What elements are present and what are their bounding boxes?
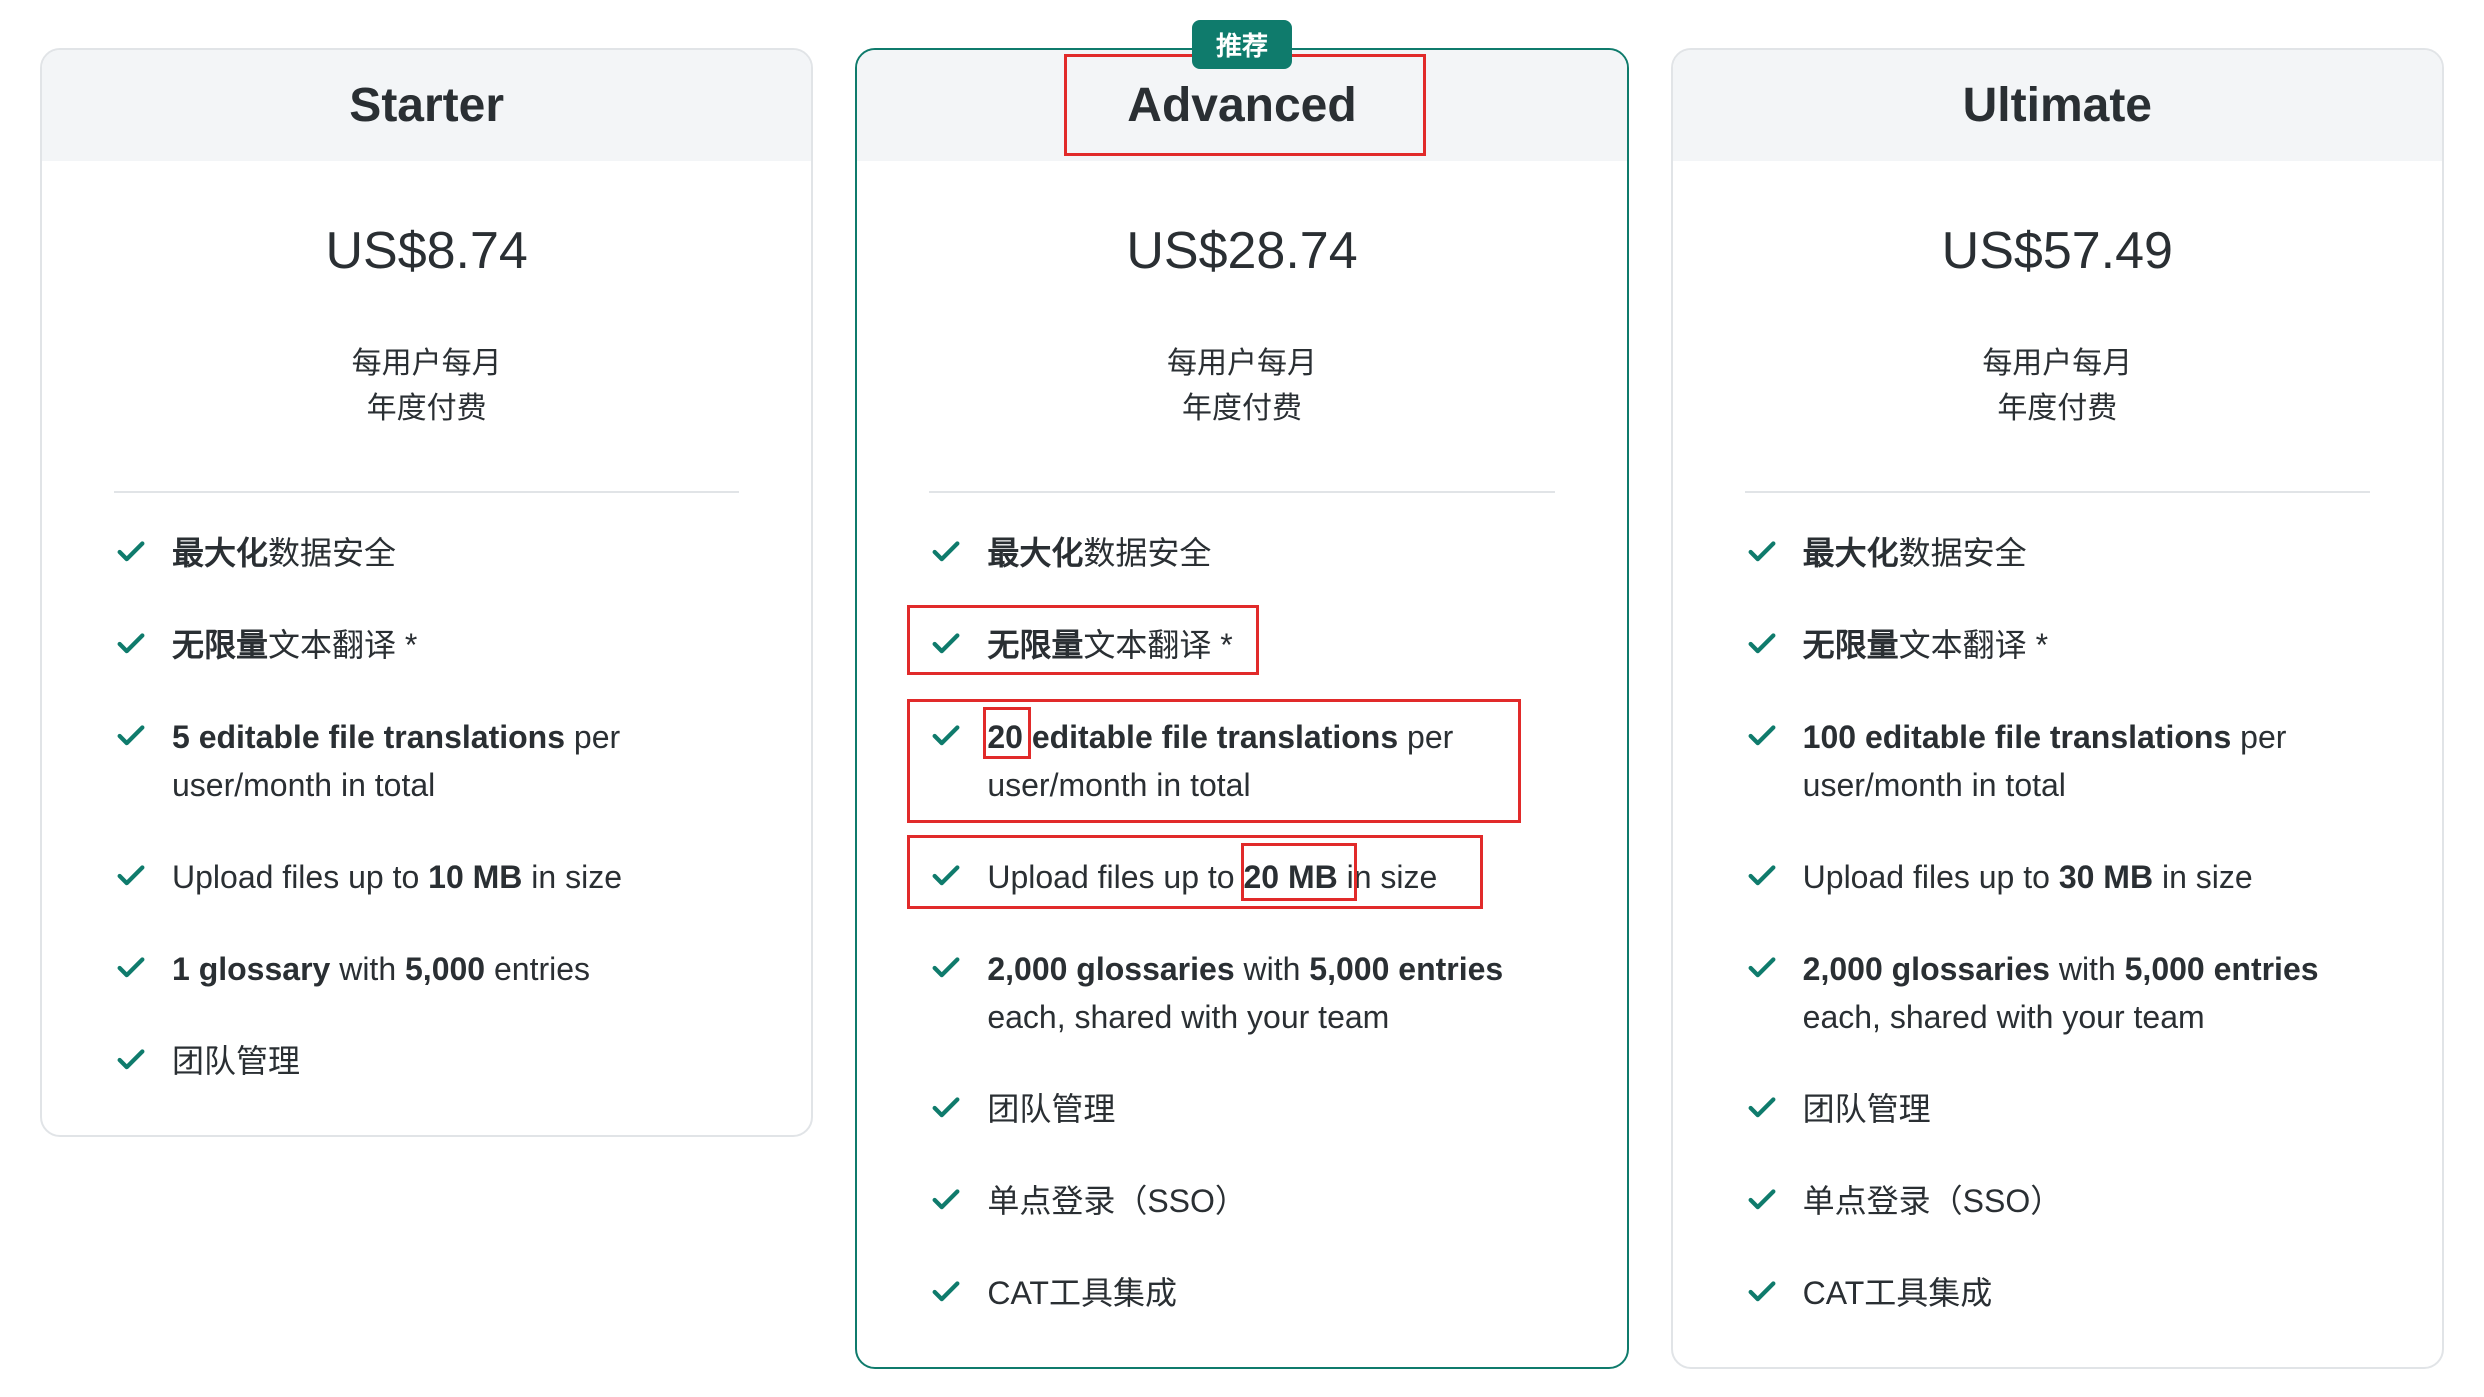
- plan-starter: Starter US$8.74 每用户每月 年度付费 最大化数据安全 无限量文本…: [40, 48, 813, 1137]
- feature-item: 团队管理: [929, 1085, 1554, 1133]
- recommended-badge: 推荐: [1192, 20, 1292, 69]
- feature-text: 最大化数据安全: [987, 529, 1211, 577]
- check-icon: [1745, 859, 1779, 893]
- feature-item: 最大化数据安全: [929, 529, 1554, 577]
- feature-list: 最大化数据安全 无限量文本翻译 * 5 editable file transl…: [42, 529, 811, 1135]
- feature-item: Upload files up to 20 MB in size: [929, 853, 1554, 901]
- check-icon: [929, 535, 963, 569]
- billing-per-user: 每用户每月: [62, 341, 791, 386]
- feature-text: 无限量文本翻译 *: [987, 621, 1232, 669]
- check-icon: [929, 627, 963, 661]
- feature-item: 2,000 glossaries with 5,000 entries each…: [929, 945, 1554, 1041]
- feature-item: 1 glossary with 5,000 entries: [114, 945, 739, 993]
- check-icon: [929, 1275, 963, 1309]
- feature-text: Upload files up to 20 MB in size: [987, 853, 1437, 901]
- check-icon: [114, 719, 148, 753]
- plan-header: Ultimate: [1673, 50, 2442, 161]
- plan-advanced: 推荐 Advanced US$28.74 每用户每月 年度付费 最大化数据安全 …: [855, 48, 1628, 1369]
- check-icon: [1745, 951, 1779, 985]
- check-icon: [114, 627, 148, 661]
- feature-item: CAT工具集成: [929, 1269, 1554, 1317]
- check-icon: [114, 1043, 148, 1077]
- billing-info: 每用户每月 年度付费: [877, 341, 1606, 431]
- check-icon: [929, 1091, 963, 1125]
- check-icon: [114, 535, 148, 569]
- feature-item: 团队管理: [114, 1037, 739, 1085]
- plan-title: Advanced: [1127, 78, 1356, 133]
- check-icon: [929, 719, 963, 753]
- divider: [1745, 491, 2370, 493]
- billing-info: 每用户每月 年度付费: [62, 341, 791, 431]
- check-icon: [929, 1183, 963, 1217]
- billing-per-user: 每用户每月: [1693, 341, 2422, 386]
- feature-item: 单点登录（SSO）: [1745, 1177, 2370, 1225]
- feature-text: CAT工具集成: [1803, 1269, 1993, 1317]
- feature-item: 20 editable file translations per user/m…: [929, 713, 1554, 809]
- feature-text: 单点登录（SSO）: [1803, 1177, 2063, 1225]
- feature-text: 2,000 glossaries with 5,000 entries each…: [987, 945, 1554, 1041]
- check-icon: [1745, 1183, 1779, 1217]
- check-icon: [929, 859, 963, 893]
- plan-ultimate: Ultimate US$57.49 每用户每月 年度付费 最大化数据安全 无限量…: [1671, 48, 2444, 1369]
- check-icon: [114, 859, 148, 893]
- feature-text: 20 editable file translations per user/m…: [987, 713, 1554, 809]
- feature-text: 最大化数据安全: [172, 529, 396, 577]
- billing-term: 年度付费: [877, 386, 1606, 431]
- feature-item: 最大化数据安全: [114, 529, 739, 577]
- feature-text: 100 editable file translations per user/…: [1803, 713, 2370, 809]
- feature-text: 2,000 glossaries with 5,000 entries each…: [1803, 945, 2370, 1041]
- feature-item: 单点登录（SSO）: [929, 1177, 1554, 1225]
- plan-title: Ultimate: [1963, 78, 2152, 133]
- divider: [929, 491, 1554, 493]
- feature-item: 无限量文本翻译 *: [929, 621, 1554, 669]
- check-icon: [1745, 1275, 1779, 1309]
- feature-text: 无限量文本翻译 *: [172, 621, 417, 669]
- feature-item: 无限量文本翻译 *: [1745, 621, 2370, 669]
- price-block: US$57.49 每用户每月 年度付费: [1673, 161, 2442, 471]
- price-block: US$28.74 每用户每月 年度付费: [857, 161, 1626, 471]
- feature-item: Upload files up to 30 MB in size: [1745, 853, 2370, 901]
- price-block: US$8.74 每用户每月 年度付费: [42, 161, 811, 471]
- check-icon: [1745, 627, 1779, 661]
- plan-header: Starter: [42, 50, 811, 161]
- divider: [114, 491, 739, 493]
- feature-item: Upload files up to 10 MB in size: [114, 853, 739, 901]
- billing-info: 每用户每月 年度付费: [1693, 341, 2422, 431]
- feature-text: 团队管理: [1803, 1085, 1931, 1133]
- feature-list: 最大化数据安全 无限量文本翻译 * 20 editable file trans…: [857, 529, 1626, 1367]
- billing-term: 年度付费: [1693, 386, 2422, 431]
- feature-text: 最大化数据安全: [1803, 529, 2027, 577]
- check-icon: [1745, 1091, 1779, 1125]
- feature-text: Upload files up to 30 MB in size: [1803, 853, 2253, 901]
- pricing-plans: Starter US$8.74 每用户每月 年度付费 最大化数据安全 无限量文本…: [40, 48, 2444, 1369]
- feature-item: 2,000 glossaries with 5,000 entries each…: [1745, 945, 2370, 1041]
- feature-list: 最大化数据安全 无限量文本翻译 * 100 editable file tran…: [1673, 529, 2442, 1367]
- feature-item: 无限量文本翻译 *: [114, 621, 739, 669]
- check-icon: [1745, 719, 1779, 753]
- check-icon: [929, 951, 963, 985]
- plan-title: Starter: [349, 78, 504, 133]
- feature-item: 5 editable file translations per user/mo…: [114, 713, 739, 809]
- feature-text: 团队管理: [172, 1037, 300, 1085]
- billing-term: 年度付费: [62, 386, 791, 431]
- feature-item: CAT工具集成: [1745, 1269, 2370, 1317]
- feature-item: 团队管理: [1745, 1085, 2370, 1133]
- feature-text: Upload files up to 10 MB in size: [172, 853, 622, 901]
- feature-item: 100 editable file translations per user/…: [1745, 713, 2370, 809]
- feature-text: CAT工具集成: [987, 1269, 1177, 1317]
- feature-item: 最大化数据安全: [1745, 529, 2370, 577]
- billing-per-user: 每用户每月: [877, 341, 1606, 386]
- feature-text: 无限量文本翻译 *: [1803, 621, 2048, 669]
- check-icon: [114, 951, 148, 985]
- check-icon: [1745, 535, 1779, 569]
- plan-price: US$8.74: [62, 221, 791, 281]
- feature-text: 单点登录（SSO）: [987, 1177, 1247, 1225]
- feature-text: 团队管理: [987, 1085, 1115, 1133]
- feature-text: 1 glossary with 5,000 entries: [172, 945, 590, 993]
- plan-price: US$57.49: [1693, 221, 2422, 281]
- plan-price: US$28.74: [877, 221, 1606, 281]
- feature-text: 5 editable file translations per user/mo…: [172, 713, 739, 809]
